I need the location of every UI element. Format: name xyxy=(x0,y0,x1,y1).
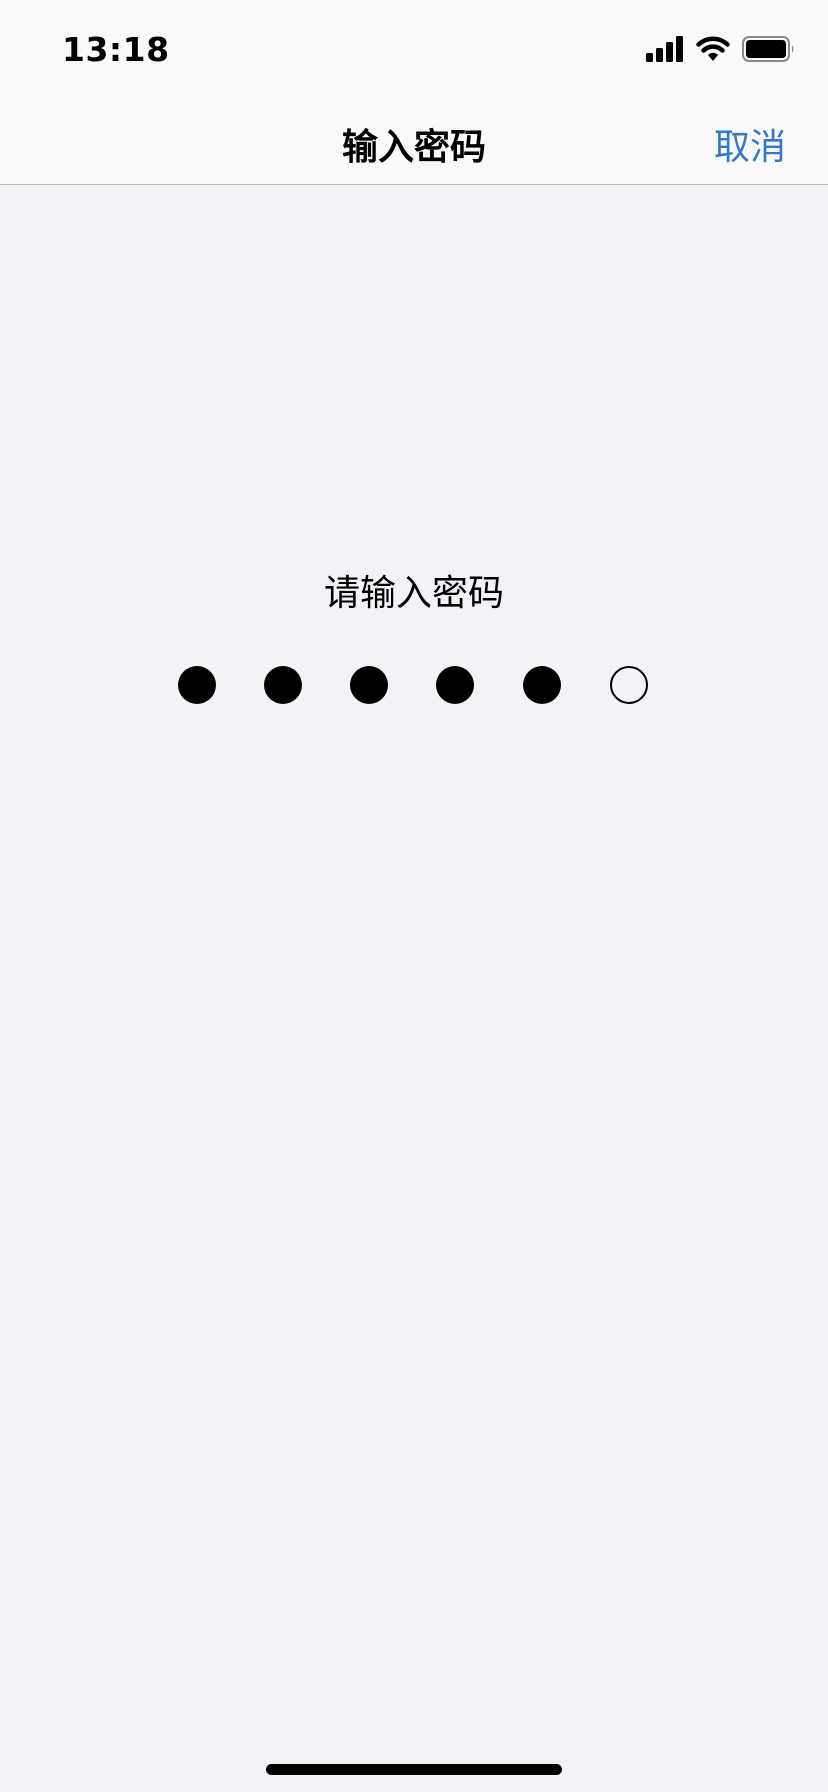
battery-icon xyxy=(742,36,794,62)
passcode-prompt: 请输入密码 xyxy=(323,573,504,614)
passcode-dot xyxy=(523,666,561,704)
wifi-icon xyxy=(696,36,730,61)
top-bar: 13:18 输入密码 取消 xyxy=(0,0,828,185)
signal-icon xyxy=(646,36,683,62)
home-indicator[interactable] xyxy=(266,1764,562,1775)
nav-bar: 输入密码 取消 xyxy=(0,100,828,184)
status-icons xyxy=(646,34,796,64)
page-title: 输入密码 xyxy=(341,127,486,168)
cancel-button[interactable]: 取消 xyxy=(714,118,786,170)
passcode-dot xyxy=(436,666,474,704)
status-time: 13:18 xyxy=(62,30,170,69)
passcode-dot xyxy=(350,666,388,704)
passcode-dots[interactable] xyxy=(0,666,828,706)
passcode-dot xyxy=(178,666,216,704)
status-bar: 13:18 xyxy=(0,0,828,100)
passcode-dot xyxy=(610,666,648,704)
passcode-dot xyxy=(264,666,302,704)
